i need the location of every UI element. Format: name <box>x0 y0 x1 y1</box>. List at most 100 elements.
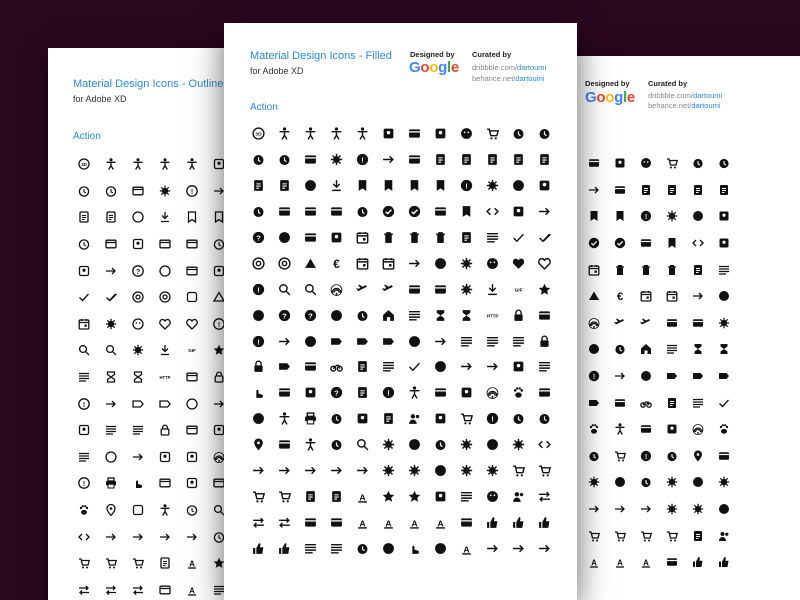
pregnant-icon <box>151 497 178 524</box>
check-circle-icon <box>581 230 607 257</box>
restore-page-icon <box>659 443 685 470</box>
schedule-icon <box>323 432 349 458</box>
build-icon <box>659 203 685 230</box>
receipt-icon <box>375 406 401 432</box>
shopping-cart-icon <box>659 522 685 549</box>
offline-pin-icon <box>401 354 427 380</box>
line-weight-icon <box>124 417 151 444</box>
explore-icon <box>427 250 453 276</box>
settings-input-composite-icon <box>581 496 607 523</box>
code-icon <box>479 199 505 225</box>
svg-text:!: ! <box>190 189 192 196</box>
table-icon <box>151 577 178 600</box>
lightbulb-icon <box>70 417 97 444</box>
behance-link[interactable]: behance.net/dartoumi <box>472 74 545 83</box>
settings-input-hdmi-icon <box>151 523 178 550</box>
settings-brightness-icon <box>685 469 711 496</box>
settings-backup-restore-icon <box>633 469 659 496</box>
toc-icon <box>323 535 349 561</box>
favorite-icon <box>505 250 531 276</box>
flight-takeoff-icon <box>375 276 401 302</box>
behance-link[interactable]: behance.net/dartoumi <box>648 101 721 110</box>
date-range-icon <box>349 225 375 251</box>
svg-text:!: ! <box>82 401 84 408</box>
alarm-add-icon <box>531 121 557 147</box>
history-icon <box>349 302 375 328</box>
label-icon <box>659 363 685 390</box>
record-voice-over-icon <box>401 406 427 432</box>
language-icon <box>401 328 427 354</box>
chrome-reader-mode-icon <box>633 230 659 257</box>
motorcycle-icon <box>323 354 349 380</box>
accessibility-new-icon <box>124 151 151 178</box>
calendar-today-icon <box>245 199 271 225</box>
assessment-icon <box>633 177 659 204</box>
account-balance-wallet-icon <box>581 150 607 177</box>
remove-shopping-cart-icon <box>453 406 479 432</box>
svg-text:GIF: GIF <box>514 287 522 293</box>
label-icon <box>323 328 349 354</box>
explore-icon <box>711 283 737 310</box>
supervisor-account-icon <box>711 522 737 549</box>
class-icon <box>659 230 685 257</box>
arrow-right-alt-icon <box>581 177 607 204</box>
delete-forever-icon <box>633 256 659 283</box>
feedback-icon: ! <box>245 276 271 302</box>
perm-camera-mic-icon <box>297 380 323 406</box>
accessible-forward-icon <box>178 151 205 178</box>
opacity-icon <box>427 354 453 380</box>
alarm-off-icon <box>70 178 97 205</box>
pets-icon <box>70 497 97 524</box>
open-in-browser-icon <box>453 354 479 380</box>
perm-identity-icon <box>401 380 427 406</box>
offline-pin-icon <box>711 389 737 416</box>
dribbble-link[interactable]: dribbble.com/dartoumi <box>648 91 722 100</box>
donut-large-icon <box>245 250 271 276</box>
grade-icon <box>531 276 557 302</box>
commute-icon <box>711 230 737 257</box>
svg-text:3D: 3D <box>255 132 262 138</box>
find-in-page-icon <box>271 276 297 302</box>
event-busy-icon <box>70 311 97 338</box>
lock-open-icon <box>245 354 271 380</box>
svg-text:A: A <box>189 560 195 569</box>
svg-text:?: ? <box>334 389 339 398</box>
settings-icon <box>375 432 401 458</box>
thumb-down-icon <box>685 549 711 576</box>
photo-size-select-icon <box>124 497 151 524</box>
loyalty-icon <box>271 354 297 380</box>
account-circle-icon <box>453 121 479 147</box>
store-icon <box>427 483 453 509</box>
settings-icon <box>581 469 607 496</box>
open-with-icon <box>505 354 531 380</box>
open-in-new-icon <box>479 354 505 380</box>
restore-icon <box>581 443 607 470</box>
cached-icon <box>685 203 711 230</box>
find-replace-icon <box>97 337 124 364</box>
book-icon <box>178 204 205 231</box>
sheet-title: Material Design Icons - Filled <box>250 50 392 62</box>
settings-ethernet-icon <box>531 432 557 458</box>
svg-text:?: ? <box>135 268 139 275</box>
dns-icon <box>711 256 737 283</box>
svg-text:?: ? <box>308 311 313 320</box>
svg-text:A: A <box>463 544 470 554</box>
label-off-icon <box>375 328 401 354</box>
perm-scan-wifi-icon <box>685 416 711 443</box>
svg-text:A: A <box>385 518 392 528</box>
svg-text:!: ! <box>645 454 647 461</box>
gif-icon: GIF <box>505 276 531 302</box>
account-box-icon <box>427 121 453 147</box>
bookmarks-icon <box>607 203 633 230</box>
settings-input-svideo-icon <box>349 458 375 484</box>
touch-app-icon <box>401 535 427 561</box>
svg-text:A: A <box>643 559 649 568</box>
assignment-icon <box>453 147 479 173</box>
perm-scan-wifi-icon <box>479 380 505 406</box>
pets-icon <box>581 416 607 443</box>
swap-vert-icon <box>245 509 271 535</box>
pan-tool-icon <box>245 380 271 406</box>
card-travel-icon <box>323 199 349 225</box>
dribbble-link[interactable]: dribbble.com/dartoumi <box>472 63 546 72</box>
spellcheck-icon: A <box>349 483 375 509</box>
